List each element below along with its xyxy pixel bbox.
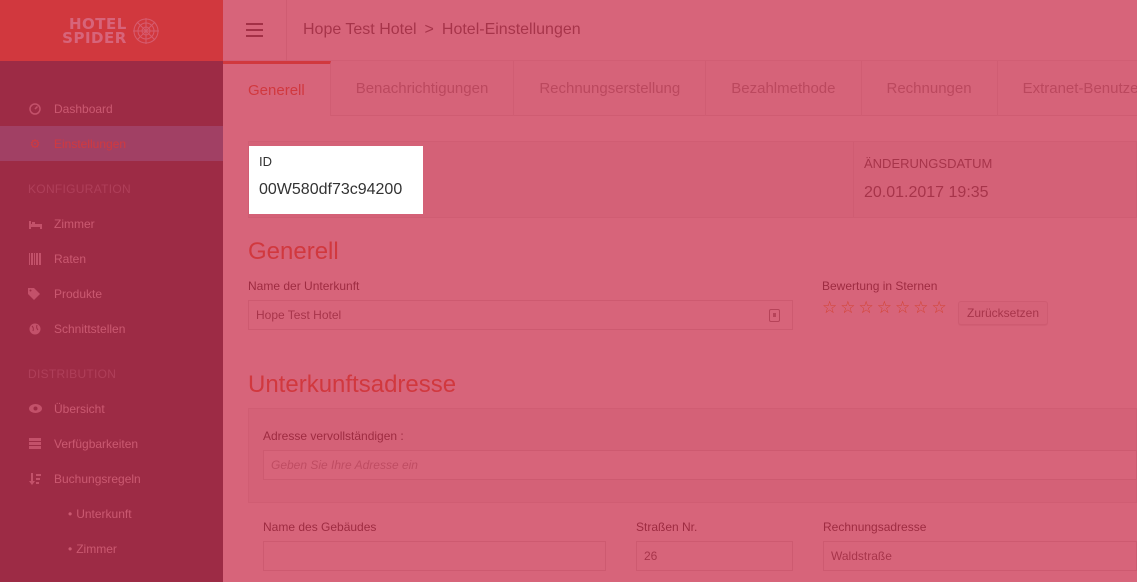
sidebar-item-zimmer[interactable]: Zimmer — [0, 206, 223, 241]
reset-rating-button[interactable]: Zurücksetzen — [958, 301, 1049, 325]
id-box: ID 00W580df73c94200 — [249, 146, 423, 214]
breadcrumb: Hope Test Hotel > Hotel-Einstellungen — [287, 21, 581, 39]
sidebar-item-label: Verfügbarkeiten — [54, 436, 139, 451]
gear-icon: ⚙ — [29, 136, 41, 151]
eye-icon — [28, 402, 42, 416]
breadcrumb-separator: > — [424, 21, 434, 38]
sidebar-item-label: Übersicht — [54, 401, 105, 416]
star-icon[interactable]: ☆ — [895, 299, 910, 316]
property-name-value: Hope Test Hotel — [256, 308, 342, 322]
billing-address-value: Waldstraße — [831, 549, 892, 563]
id-value: 00W580df73c94200 — [259, 181, 403, 198]
modified-date-value: 20.01.2017 19:35 — [864, 184, 989, 201]
modified-date-box: ÄNDERUNGSDATUM 20.01.2017 19:35 — [853, 142, 1137, 217]
star-rating[interactable]: ☆ ☆ ☆ ☆ ☆ ☆ ☆ — [822, 299, 947, 316]
tab-benachrichtigungen[interactable]: Benachrichtigungen — [331, 61, 515, 116]
globe-icon — [28, 322, 42, 336]
street-number-value: 26 — [644, 549, 658, 563]
property-name-label: Name der Unterkunft — [248, 279, 360, 293]
billing-address-label: Rechnungsadresse — [823, 520, 927, 534]
spider-web-icon — [132, 17, 159, 44]
tab-bezahlmethode[interactable]: Bezahlmethode — [706, 61, 862, 116]
sidebar-item-label: Zimmer — [54, 216, 95, 231]
sidebar-item-einstellungen[interactable]: ⚙ Einstellungen — [0, 126, 223, 161]
hamburger-icon — [246, 21, 263, 39]
sidebar-item-label: Einstellungen — [54, 136, 127, 151]
logo-area[interactable]: HOTEL SPIDER — [0, 0, 223, 61]
barcode-icon — [28, 252, 42, 266]
bed-icon — [28, 217, 42, 231]
address-autocomplete-placeholder: Geben Sie Ihre Adresse ein — [271, 458, 418, 472]
sidebar-subitem-label: Zimmer — [76, 541, 117, 556]
billing-address-input[interactable]: Waldstraße — [823, 541, 1137, 571]
address-complete-label: Adresse vervollständigen : — [263, 429, 404, 443]
tags-icon — [28, 287, 42, 301]
star-rating-label: Bewertung in Sternen — [822, 279, 938, 293]
sidebar-item-label: Buchungsregeln — [54, 471, 141, 486]
sidebar-item-raten[interactable]: Raten — [0, 241, 223, 276]
sidebar-item-label: Schnittstellen — [54, 321, 126, 336]
id-label: ID — [259, 154, 272, 169]
sidebar: HOTEL SPIDER Dashboard ⚙ Einstellungen K… — [0, 0, 223, 582]
star-icon[interactable]: ☆ — [859, 299, 874, 316]
section-title-address: Unterkunftsadresse — [248, 371, 457, 398]
sidebar-item-label: Raten — [54, 251, 87, 266]
building-name-label: Name des Gebäudes — [263, 520, 377, 534]
star-icon[interactable]: ☆ — [822, 299, 837, 316]
section-title-generell: Generell — [248, 238, 339, 265]
menu-toggle-button[interactable] — [223, 0, 287, 61]
address-autocomplete-input[interactable]: Geben Sie Ihre Adresse ein — [263, 450, 1137, 480]
property-name-input[interactable]: Hope Test Hotel — [248, 300, 793, 330]
sidebar-item-produkte[interactable]: Produkte — [0, 276, 223, 311]
contact-card-icon — [769, 309, 780, 322]
sidebar-subitem-unterkunft[interactable]: • Unterkunft — [0, 496, 223, 531]
sort-icon — [28, 472, 42, 486]
settings-tabs: Generell Benachrichtigungen Rechnungsers… — [223, 61, 1137, 116]
tab-rechnungserstellung[interactable]: Rechnungserstellung — [514, 61, 707, 116]
section-heading-konfiguration: KONFIGURATION — [28, 181, 132, 196]
star-icon[interactable]: ☆ — [913, 299, 928, 316]
sidebar-subitem-label: Unterkunft — [76, 506, 132, 521]
sidebar-subitem-zimmer[interactable]: • Zimmer — [0, 531, 223, 566]
star-icon[interactable]: ☆ — [932, 299, 947, 316]
star-icon[interactable]: ☆ — [840, 299, 855, 316]
dashboard-icon — [28, 102, 42, 116]
tab-extranet-benutzer[interactable]: Extranet-Benutzer — [998, 61, 1137, 116]
sidebar-nav: Dashboard ⚙ Einstellungen KONFIGURATION … — [0, 61, 223, 566]
sidebar-item-label: Produkte — [54, 286, 103, 301]
sidebar-item-uebersicht[interactable]: Übersicht — [0, 391, 223, 426]
street-number-input[interactable]: 26 — [636, 541, 793, 571]
tab-generell[interactable]: Generell — [223, 61, 331, 116]
building-name-input[interactable] — [263, 541, 606, 571]
star-icon[interactable]: ☆ — [877, 299, 892, 316]
sidebar-item-schnittstellen[interactable]: Schnittstellen — [0, 311, 223, 346]
modified-date-label: ÄNDERUNGSDATUM — [864, 156, 993, 171]
hotel-spider-logo: HOTEL SPIDER — [62, 16, 161, 46]
logo-line-2: SPIDER — [62, 28, 127, 47]
breadcrumb-hotel[interactable]: Hope Test Hotel — [303, 21, 417, 39]
street-number-label: Straßen Nr. — [636, 520, 698, 534]
breadcrumb-page: Hotel-Einstellungen — [441, 21, 581, 38]
tab-rechnungen[interactable]: Rechnungen — [862, 61, 998, 116]
top-bar: Hope Test Hotel > Hotel-Einstellungen — [223, 0, 1137, 61]
section-heading-distribution: DISTRIBUTION — [28, 366, 117, 381]
sidebar-item-dashboard[interactable]: Dashboard — [0, 91, 223, 126]
list-icon — [28, 437, 42, 451]
sidebar-item-buchungsregeln[interactable]: Buchungsregeln — [0, 461, 223, 496]
sidebar-item-verfuegbarkeiten[interactable]: Verfügbarkeiten — [0, 426, 223, 461]
sidebar-item-label: Dashboard — [54, 101, 113, 116]
